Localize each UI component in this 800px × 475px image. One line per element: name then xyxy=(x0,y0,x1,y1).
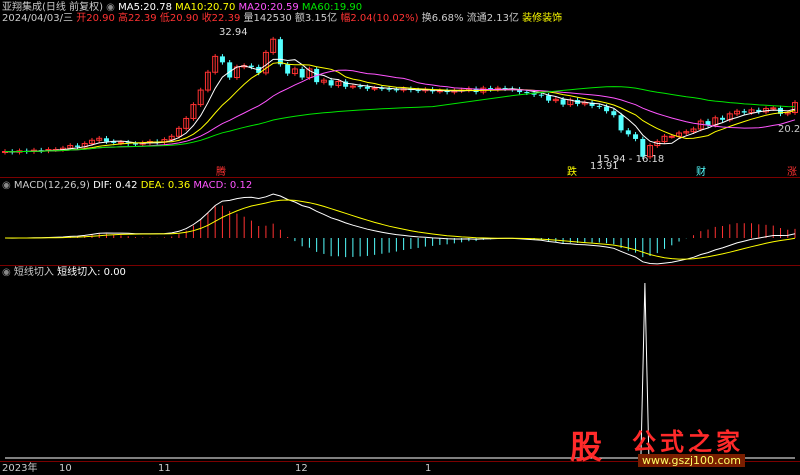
x-label-0: 2023年 xyxy=(2,463,38,474)
high-price-label: 32.94 xyxy=(219,27,248,38)
panel-divider-1 xyxy=(0,177,800,178)
macd-histogram xyxy=(11,205,796,258)
candle-body xyxy=(770,107,777,110)
quote-open: 开20.90 xyxy=(76,13,115,24)
candle-body xyxy=(248,65,254,67)
dea-line xyxy=(5,199,796,260)
x-label-1: 10 xyxy=(59,463,72,474)
macd-name: MACD(12,26,9) xyxy=(13,180,90,191)
macd-dea: DEA: 0.36 xyxy=(140,180,191,191)
ma-lines xyxy=(4,58,796,153)
candle-body xyxy=(524,92,530,94)
quote-close: 收22.39 xyxy=(201,13,241,24)
panel-divider-2 xyxy=(0,265,800,266)
candle-body xyxy=(371,87,378,90)
ma10-line xyxy=(4,61,796,153)
quote-high: 高22.39 xyxy=(118,13,157,24)
signal-tag-3: 财 xyxy=(696,167,706,178)
indicator-header: ◉ 短线切入 短线切入: 0.00 xyxy=(2,267,126,279)
candle-body xyxy=(538,94,544,96)
macd-dif: DIF: 0.42 xyxy=(93,180,138,191)
candle-body xyxy=(560,99,566,105)
quote-volume: 量142530 xyxy=(243,13,292,24)
watermark-logo: 股 xyxy=(560,420,620,466)
ma10-label: MA10: xyxy=(175,2,207,13)
quote-turnover: 换6.68% xyxy=(421,13,464,24)
ma5-line xyxy=(4,58,796,153)
candle-body xyxy=(349,85,356,88)
ma60-value: 19.90 xyxy=(333,2,363,13)
candle-body xyxy=(633,134,639,139)
macd-lines xyxy=(4,193,796,265)
ma5-label: MA5: xyxy=(118,2,144,13)
quote-industry: 装修装饰 xyxy=(522,13,563,24)
ma20-value: 20.59 xyxy=(270,2,299,13)
candle-body xyxy=(117,141,124,144)
ma5-value: 20.78 xyxy=(143,2,172,13)
quote-date: 2024/04/03/三 xyxy=(2,13,74,24)
candle-body xyxy=(103,138,109,142)
last-price-label: 20.24 xyxy=(778,124,800,135)
candle-body xyxy=(364,86,370,89)
quote-low: 低20.90 xyxy=(159,13,199,24)
range-label: 15.94 - 16.18 xyxy=(597,154,665,165)
candle-body xyxy=(357,86,363,88)
candle-body xyxy=(741,111,747,113)
candle-body xyxy=(299,68,305,78)
candle-body xyxy=(132,143,138,145)
ma10-value: 20.70 xyxy=(206,2,236,13)
watermark-url: www.gszj100.com xyxy=(638,454,746,467)
x-label-3: 12 xyxy=(295,463,308,474)
indicator-value: 短线切入: 0.00 xyxy=(57,267,126,278)
settings-icon[interactable]: ◉ xyxy=(2,267,11,278)
quote-change: 幅2.04(10.02%) xyxy=(340,13,419,24)
candle-body xyxy=(596,105,602,107)
ma60-label: MA60: xyxy=(301,2,334,13)
settings-icon[interactable]: ◉ xyxy=(2,180,11,191)
quote-float: 流通2.13亿 xyxy=(466,13,519,24)
candle-body xyxy=(328,80,334,86)
x-label-4: 1 xyxy=(425,463,432,474)
candle-body xyxy=(604,106,610,112)
stock-name: 亚翔集成(日线 前复权) xyxy=(2,2,103,13)
candle-body xyxy=(611,111,617,116)
candle-body xyxy=(546,95,552,101)
candle-body xyxy=(705,121,711,126)
watermark-text: 公式之家 xyxy=(632,428,744,456)
signal-tag-1: 腾 xyxy=(216,167,226,178)
candle-body xyxy=(618,115,624,131)
candle-body xyxy=(219,56,225,63)
x-label-2: 11 xyxy=(158,463,171,474)
info-icon[interactable]: ◉ xyxy=(106,2,115,13)
candle-body xyxy=(74,145,80,147)
signal-tag-4: 涨 xyxy=(787,167,797,178)
chart-canvas xyxy=(2,36,798,459)
candle-body xyxy=(227,62,233,78)
ma20-label: MA20: xyxy=(238,2,271,13)
candle-body xyxy=(720,117,726,120)
indicator-name: 短线切入 xyxy=(13,267,54,278)
signal-tag-2: 跌 xyxy=(567,167,577,178)
ma20-line xyxy=(4,69,796,153)
candle-body xyxy=(668,135,675,138)
logo-char: 股 xyxy=(570,428,603,466)
candle-body xyxy=(393,89,399,91)
macd-header: ◉ MACD(12,26,9) DIF: 0.42 DEA: 0.36 MACD… xyxy=(2,180,252,192)
candle-body xyxy=(625,130,631,135)
candle-body xyxy=(285,64,291,74)
quote-amount: 额3.15亿 xyxy=(294,13,338,24)
quote-line: 2024/04/03/三 开20.90 高22.39 低20.90 收22.39… xyxy=(2,13,562,25)
candle-body xyxy=(277,39,283,65)
macd-value: MACD: 0.12 xyxy=(193,180,253,191)
